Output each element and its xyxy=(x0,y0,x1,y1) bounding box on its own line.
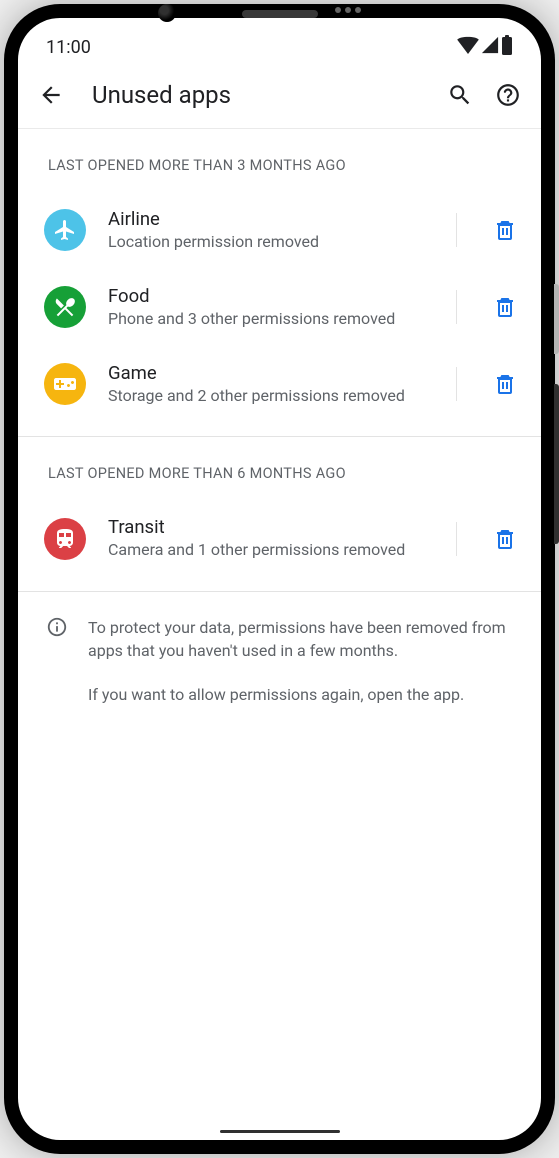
app-row-game[interactable]: Game Storage and 2 other permissions rem… xyxy=(18,346,541,423)
delete-button[interactable] xyxy=(493,527,517,551)
delete-button[interactable] xyxy=(493,295,517,319)
battery-icon xyxy=(501,35,513,60)
home-indicator[interactable] xyxy=(220,1130,340,1133)
sensor-dots xyxy=(335,7,361,13)
app-row-food[interactable]: Food Phone and 3 other permissions remov… xyxy=(18,269,541,346)
app-sub: Storage and 2 other permissions removed xyxy=(108,386,430,407)
help-button[interactable] xyxy=(493,80,523,110)
search-button[interactable] xyxy=(445,80,475,110)
app-row-transit[interactable]: Transit Camera and 1 other permissions r… xyxy=(18,500,541,577)
info-icon xyxy=(46,616,68,706)
back-button[interactable] xyxy=(36,80,66,110)
info-text: To protect your data, permissions have b… xyxy=(88,616,511,706)
gamepad-icon xyxy=(53,372,77,396)
app-row-airline[interactable]: Airline Location permission removed xyxy=(18,192,541,269)
app-name: Food xyxy=(108,285,430,307)
app-sub: Location permission removed xyxy=(108,232,430,253)
app-info: Game Storage and 2 other permissions rem… xyxy=(108,362,430,407)
section-header-3months: LAST OPENED MORE THAN 3 MONTHS AGO xyxy=(18,129,541,192)
app-info: Food Phone and 3 other permissions remov… xyxy=(108,285,430,330)
content[interactable]: LAST OPENED MORE THAN 3 MONTHS AGO Airli… xyxy=(18,129,541,1140)
app-bar: Unused apps xyxy=(18,68,541,129)
app-sub: Phone and 3 other permissions removed xyxy=(108,309,430,330)
cellular-icon xyxy=(481,36,499,59)
trash-icon xyxy=(493,527,517,551)
phone-frame: 11:00 Unused apps xyxy=(4,4,555,1154)
search-icon xyxy=(447,82,473,108)
status-bar: 11:00 xyxy=(18,18,541,68)
divider xyxy=(456,290,457,324)
delete-button[interactable] xyxy=(493,372,517,396)
phone-screen: 11:00 Unused apps xyxy=(18,18,541,1140)
trash-icon xyxy=(493,218,517,242)
app-name: Transit xyxy=(108,516,430,538)
app-icon xyxy=(44,518,86,560)
phone-side-button xyxy=(554,284,559,354)
app-icon xyxy=(44,363,86,405)
trash-icon xyxy=(493,295,517,319)
app-info: Airline Location permission removed xyxy=(108,208,430,253)
app-name: Airline xyxy=(108,208,430,230)
info-block: To protect your data, permissions have b… xyxy=(18,592,541,730)
divider xyxy=(456,367,457,401)
info-p2: If you want to allow permissions again, … xyxy=(88,683,511,706)
status-icons xyxy=(457,35,513,60)
trash-icon xyxy=(493,372,517,396)
wifi-icon xyxy=(457,36,479,59)
app-info: Transit Camera and 1 other permissions r… xyxy=(108,516,430,561)
info-p1: To protect your data, permissions have b… xyxy=(88,616,511,662)
restaurant-icon xyxy=(53,295,77,319)
delete-button[interactable] xyxy=(493,218,517,242)
app-sub: Camera and 1 other permissions removed xyxy=(108,540,430,561)
divider xyxy=(456,522,457,556)
train-icon xyxy=(53,527,77,551)
help-icon xyxy=(495,82,521,108)
divider xyxy=(456,213,457,247)
app-icon xyxy=(44,209,86,251)
app-name: Game xyxy=(108,362,430,384)
speaker-grille xyxy=(242,10,318,18)
app-icon xyxy=(44,286,86,328)
section-header-6months: LAST OPENED MORE THAN 6 MONTHS AGO xyxy=(18,437,541,500)
front-camera xyxy=(158,4,176,22)
phone-side-button xyxy=(554,384,559,544)
clock: 11:00 xyxy=(46,37,91,58)
page-title: Unused apps xyxy=(92,81,427,109)
airplane-icon xyxy=(53,218,77,242)
arrow-left-icon xyxy=(38,82,64,108)
